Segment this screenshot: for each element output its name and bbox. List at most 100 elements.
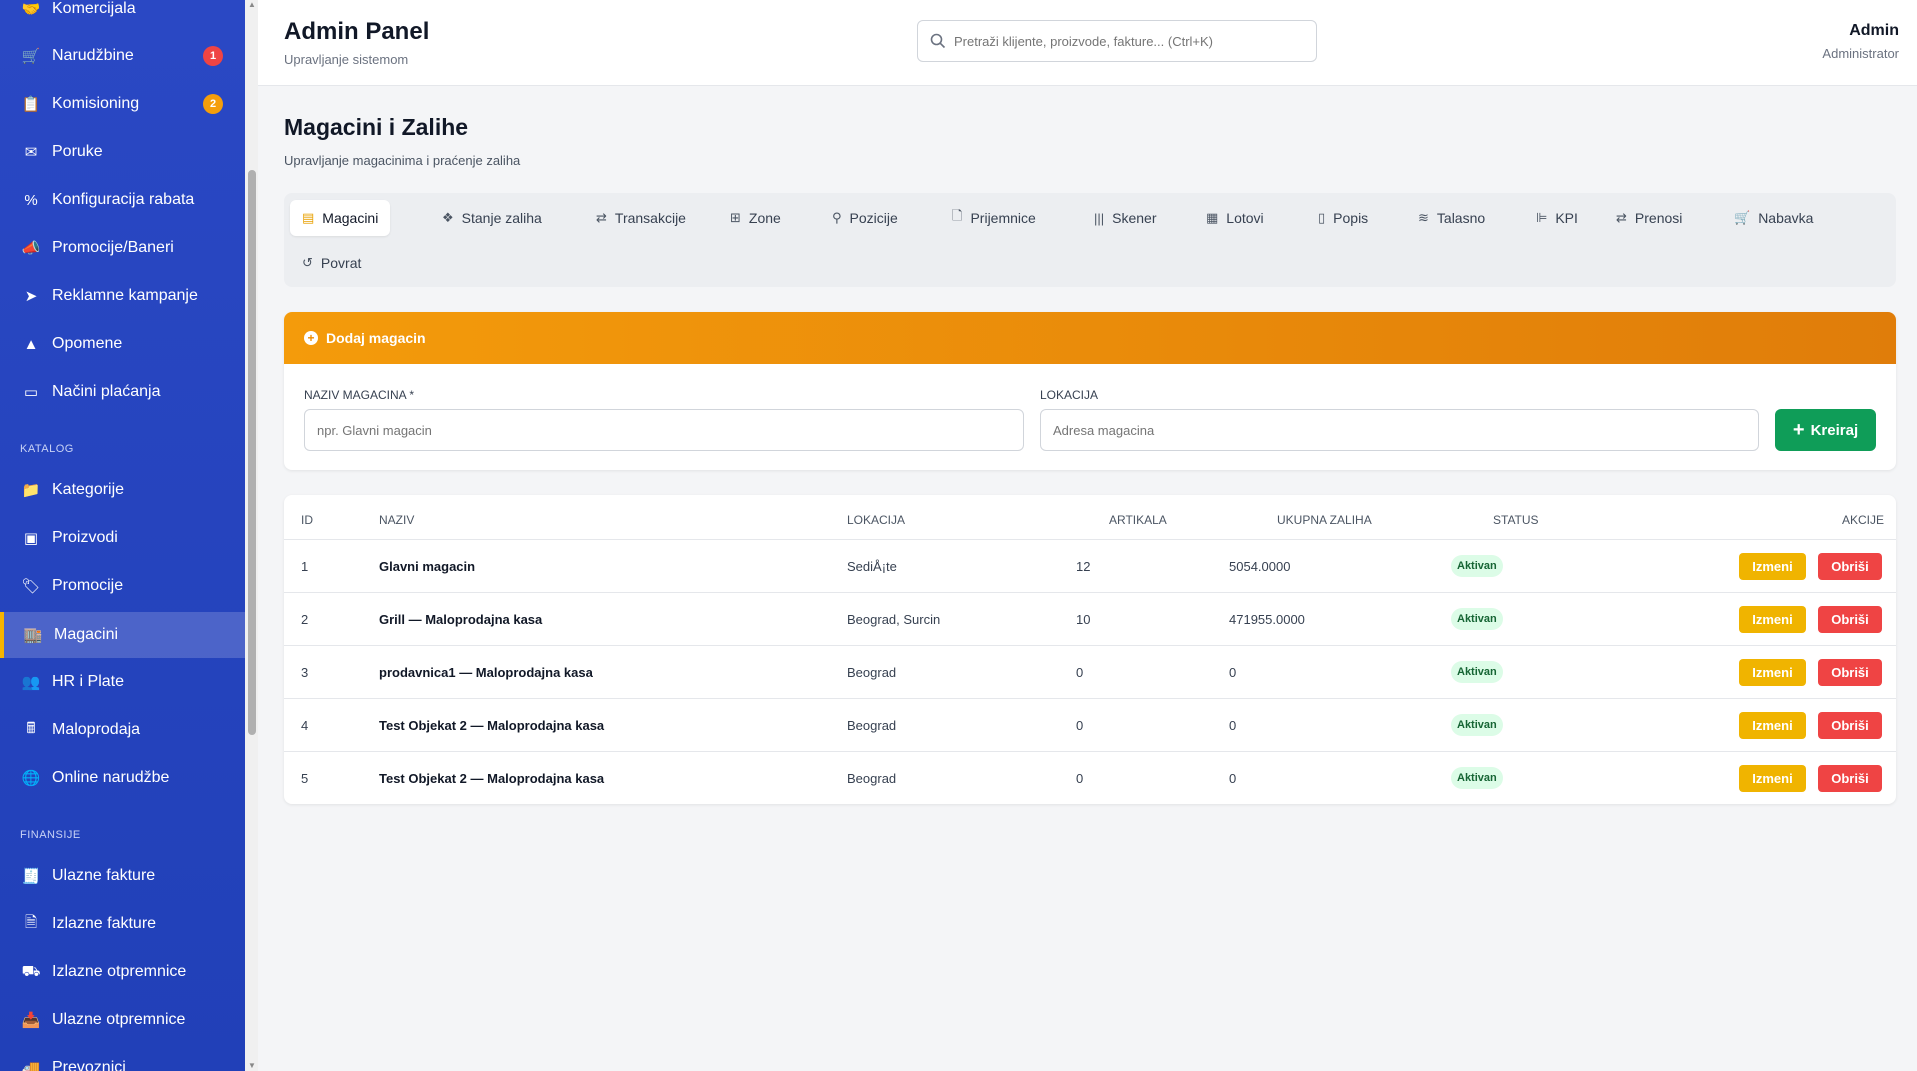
sidebar-item-promocije-baneri[interactable]: 📣 Promocije/Baneri bbox=[0, 226, 245, 270]
search-input[interactable] bbox=[954, 33, 1294, 49]
warehouses-table: ID NAZIV LOKACIJA ARTIKALA UKUPNA ZALIHA… bbox=[284, 495, 1896, 804]
tab-transakcije[interactable]: ⇄ Transakcije bbox=[584, 200, 698, 236]
sidebar-item-label: Prevoznici bbox=[52, 1059, 126, 1071]
sidebar-item-prevoznici[interactable]: 🚚 Prevoznici bbox=[0, 1046, 245, 1071]
column-header-lokacija: LOKACIJA bbox=[847, 513, 906, 527]
tab-prenosi[interactable]: ⇄ Prenosi bbox=[1604, 200, 1694, 236]
globe-icon: 🌐 bbox=[21, 770, 41, 787]
edit-button[interactable]: Izmeni bbox=[1739, 606, 1806, 633]
boxes-icon: ▦ bbox=[1206, 210, 1219, 225]
warehouse-location-label: LOKACIJA bbox=[1040, 388, 1099, 402]
tab-skener[interactable]: ||| Skener bbox=[1082, 200, 1169, 236]
cell-items: 12 bbox=[1076, 559, 1091, 574]
sidebar-item-label: Načini plaćanja bbox=[52, 383, 161, 400]
user-menu[interactable]: Admin Administrator bbox=[1822, 22, 1899, 61]
app-title: Admin Panel bbox=[284, 18, 430, 45]
sidebar-item-online-narudzbe[interactable]: 🌐 Online narudžbe bbox=[0, 756, 245, 800]
sidebar-scrollbar-thumb[interactable] bbox=[248, 170, 256, 735]
cell-items: 0 bbox=[1076, 771, 1084, 786]
sidebar-item-label: Ulazne fakture bbox=[52, 867, 156, 884]
sidebar-item-narudzbine[interactable]: 🛒 Narudžbine 1 bbox=[0, 34, 245, 78]
table-row: 2 Grill — Maloprodajna kasa Beograd, Sur… bbox=[284, 593, 1896, 646]
warehouse-location-input[interactable] bbox=[1040, 409, 1759, 451]
create-warehouse-button[interactable]: + Kreiraj bbox=[1775, 409, 1876, 451]
add-warehouse-title: Dodaj magacin bbox=[326, 330, 426, 346]
tab-magacini[interactable]: ▤ Magacini bbox=[290, 200, 391, 236]
user-role: Administrator bbox=[1822, 46, 1899, 61]
edit-button[interactable]: Izmeni bbox=[1739, 712, 1806, 739]
delete-button[interactable]: Obriši bbox=[1818, 606, 1882, 633]
percent-icon: % bbox=[24, 191, 38, 209]
scroll-up-arrow-icon[interactable]: ▲ bbox=[247, 0, 257, 10]
delete-button[interactable]: Obriši bbox=[1818, 553, 1882, 580]
sidebar-item-nacini-placanja[interactable]: ▭ Načini plaćanja bbox=[0, 370, 245, 414]
folder-icon: 📁 bbox=[21, 482, 41, 499]
sidebar-item-hr-i-plate[interactable]: 👥 HR i Plate bbox=[0, 660, 245, 704]
tab-label: Skener bbox=[1112, 210, 1157, 226]
sidebar-item-reklamne-kampanje[interactable]: ➤ Reklamne kampanje bbox=[0, 274, 245, 318]
sidebar-item-label: HR i Plate bbox=[52, 673, 125, 690]
tab-prijemnice[interactable]: 🗋 Prijemnice bbox=[940, 200, 1048, 236]
user-name: Admin bbox=[1849, 22, 1899, 39]
tab-popis[interactable]: ▯ Popis bbox=[1306, 200, 1380, 236]
cell-location: Beograd bbox=[847, 771, 897, 786]
scroll-down-arrow-icon[interactable]: ▼ bbox=[247, 1061, 257, 1071]
sidebar-item-magacini[interactable]: 🏬 Magacini bbox=[0, 612, 245, 658]
sidebar-item-promocije[interactable]: 🏷 Promocije bbox=[0, 564, 245, 608]
paper-plane-icon: ➤ bbox=[24, 288, 38, 305]
tab-povrat[interactable]: ↺ Povrat bbox=[290, 245, 373, 281]
sidebar-item-kategorije[interactable]: 📁 Kategorije bbox=[0, 468, 245, 512]
cell-id: 2 bbox=[301, 612, 309, 627]
cell-id: 4 bbox=[301, 718, 309, 733]
edit-button[interactable]: Izmeni bbox=[1739, 553, 1806, 580]
clipboard-icon: 📋 bbox=[21, 96, 41, 113]
global-search[interactable] bbox=[917, 20, 1317, 62]
sidebar-section-finansije: FINANSIJE bbox=[20, 829, 81, 841]
table-row: 1 Glavni magacin SediÅ¡te 12 5054.0000 A… bbox=[284, 540, 1896, 593]
tab-pozicije[interactable]: ⚲ Pozicije bbox=[820, 200, 910, 236]
cell-stock: 5054.0000 bbox=[1229, 559, 1291, 574]
sidebar-item-poruke[interactable]: ✉ Poruke bbox=[0, 130, 245, 174]
sidebar-item-komisioning[interactable]: 📋 Komisioning 2 bbox=[0, 82, 245, 126]
sidebar-item-opomene[interactable]: ▲ Opomene bbox=[0, 322, 245, 366]
delete-button[interactable]: Obriši bbox=[1818, 712, 1882, 739]
cell-id: 1 bbox=[301, 559, 309, 574]
tab-label: Talasno bbox=[1436, 210, 1486, 226]
tab-label: Pozicije bbox=[849, 210, 898, 226]
column-header-id: ID bbox=[301, 513, 313, 527]
tab-label: Povrat bbox=[320, 255, 362, 271]
tab-kpi[interactable]: ⊫ KPI bbox=[1524, 200, 1590, 236]
sidebar-item-proizvodi[interactable]: ▣ Proizvodi bbox=[0, 516, 245, 560]
tab-talasno[interactable]: ≋ Talasno bbox=[1406, 200, 1497, 236]
column-header-naziv: NAZIV bbox=[379, 513, 415, 527]
cell-name: prodavnica1 — Maloprodajna kasa bbox=[379, 665, 593, 680]
warehouse-name-input[interactable] bbox=[304, 409, 1024, 451]
tab-label: Magacini bbox=[322, 210, 379, 226]
warehouse-icon: 🏬 bbox=[23, 627, 43, 644]
sidebar-item-label: Reklamne kampanje bbox=[52, 287, 198, 304]
sidebar-item-label: Kategorije bbox=[52, 481, 125, 498]
tab-zone[interactable]: ⊞ Zone bbox=[718, 200, 793, 236]
create-button-label: Kreiraj bbox=[1810, 421, 1859, 439]
edit-button[interactable]: Izmeni bbox=[1739, 659, 1806, 686]
sidebar-item-label: Izlazne otpremnice bbox=[52, 963, 187, 980]
sidebar-item-ulazne-fakture[interactable]: 🧾 Ulazne fakture bbox=[0, 854, 245, 898]
chart-icon: ⊫ bbox=[1536, 210, 1548, 225]
sidebar-item-izlazne-otpremnice[interactable]: ⛟ Izlazne otpremnice bbox=[0, 950, 245, 994]
sidebar-item-ulazne-otpremnice[interactable]: 📥 Ulazne otpremnice bbox=[0, 998, 245, 1042]
sidebar-item-izlazne-fakture[interactable]: 🗎 Izlazne fakture bbox=[0, 902, 245, 946]
sidebar-item-komercijala[interactable]: 🤝 Komercijala bbox=[0, 0, 245, 31]
tab-lotovi[interactable]: ▦ Lotovi bbox=[1194, 200, 1276, 236]
tab-label: Zone bbox=[748, 210, 781, 226]
delete-button[interactable]: Obriši bbox=[1818, 765, 1882, 792]
megaphone-icon: 📣 bbox=[21, 240, 41, 257]
sidebar-item-label: Proizvodi bbox=[52, 529, 118, 546]
delete-button[interactable]: Obriši bbox=[1818, 659, 1882, 686]
edit-button[interactable]: Izmeni bbox=[1739, 765, 1806, 792]
sidebar-item-maloprodaja[interactable]: 🖩 Maloprodaja bbox=[0, 708, 245, 752]
inbox-icon: 📥 bbox=[21, 1012, 41, 1029]
tab-nabavka[interactable]: 🛒 Nabavka bbox=[1722, 200, 1825, 236]
tab-stanje-zaliha[interactable]: ❖ Stanje zaliha bbox=[430, 200, 554, 236]
sidebar-item-konfiguracija-rabata[interactable]: % Konfiguracija rabata bbox=[0, 178, 245, 222]
column-header-ukupna-zaliha: UKUPNA ZALIHA bbox=[1277, 513, 1372, 527]
